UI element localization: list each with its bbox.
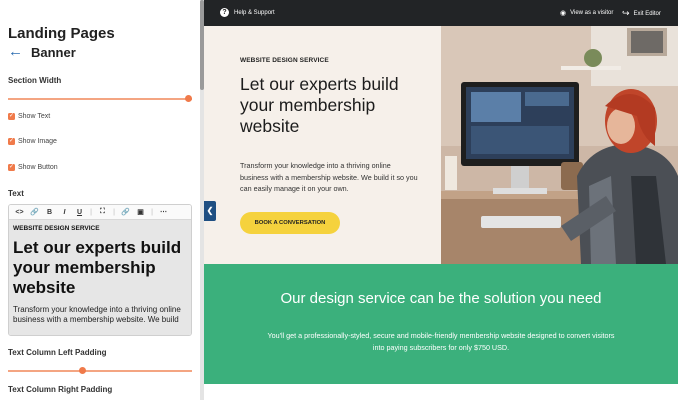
banner-text-column: WEBSITE DESIGN SERVICE Let our experts b…	[204, 26, 441, 264]
editor-content[interactable]: WEBSITE DESIGN SERVICE Let our experts b…	[9, 220, 191, 335]
help-support-link[interactable]: ? Help & Support	[220, 8, 275, 17]
eye-icon[interactable]: ◉	[560, 9, 566, 17]
image-icon[interactable]: ▣	[133, 208, 148, 216]
show-text-checkbox[interactable]: ✓ Show Text	[8, 113, 50, 120]
banner-body-text: Transform your knowledge into a thriving…	[240, 161, 418, 193]
right-padding-label: Text Column Right Padding	[8, 385, 113, 394]
panel-title: Landing Pages	[8, 25, 115, 42]
text-field-label: Text	[8, 189, 24, 198]
editor-topbar: ? Help & Support ◉ View as a visitor ↪ E…	[204, 0, 678, 26]
section-name: Banner	[31, 44, 76, 60]
more-icon[interactable]: ⋯	[156, 208, 171, 216]
slider-handle[interactable]	[78, 367, 86, 374]
editor-panel: Landing Pages ← Banner Section Width ✓ S…	[0, 0, 200, 400]
toolbar-divider: |	[113, 208, 115, 216]
help-icon[interactable]: ?	[220, 8, 229, 17]
solution-text: You'll get a professionally-styled, secu…	[267, 331, 615, 352]
woman-at-computer-photo	[441, 26, 678, 264]
left-padding-label: Text Column Left Padding	[8, 348, 107, 357]
code-icon[interactable]: <>	[12, 209, 27, 216]
exit-icon[interactable]: ↪	[622, 8, 630, 19]
toolbar-divider: |	[151, 208, 153, 216]
banner-section: WEBSITE DESIGN SERVICE Let our experts b…	[204, 26, 678, 264]
slider-track[interactable]	[8, 370, 192, 372]
link-icon[interactable]: 🔗	[118, 208, 133, 216]
fullscreen-icon[interactable]: ⛶	[95, 208, 110, 216]
slider-handle[interactable]	[185, 95, 192, 102]
show-image-checkbox[interactable]: ✓ Show Image	[8, 138, 57, 145]
checkbox-label: Show Button	[18, 164, 58, 171]
editor-eyebrow: WEBSITE DESIGN SERVICE	[13, 225, 100, 232]
solution-title: Our design service can be the solution y…	[280, 290, 602, 307]
checkbox-label: Show Text	[18, 113, 51, 120]
book-conversation-button[interactable]: BOOK A CONVERSATION	[240, 212, 340, 234]
exit-label: Exit Editor	[633, 10, 661, 17]
rich-text-editor[interactable]: <> 🔗 B I U | ⛶ | 🔗 ▣ | ⋯ WEBSITE DESIGN …	[8, 204, 192, 336]
editor-body-text: Transform your knowledge into a thriving…	[13, 305, 181, 324]
banner-eyebrow: WEBSITE DESIGN SERVICE	[240, 57, 329, 64]
slider-track[interactable]	[8, 98, 192, 100]
underline-icon[interactable]: U	[72, 209, 87, 216]
section-width-label: Section Width	[8, 76, 62, 85]
banner-headline: Let our experts build your membership we…	[240, 74, 399, 136]
italic-icon[interactable]: I	[57, 209, 72, 216]
collapse-panel-button[interactable]: ❮	[204, 201, 216, 221]
view-visitor-label: View as a visitor	[570, 10, 614, 16]
checkmark-icon[interactable]: ✓	[8, 164, 15, 171]
left-padding-slider[interactable]	[8, 366, 192, 376]
help-label: Help & Support	[234, 9, 275, 16]
checkbox-label: Show Image	[18, 138, 57, 145]
section-width-slider[interactable]	[8, 94, 192, 104]
checkmark-icon[interactable]: ✓	[8, 138, 15, 145]
toolbar-divider: |	[90, 208, 92, 216]
bold-icon[interactable]: B	[42, 209, 57, 216]
editor-headline: Let our experts build your membership we…	[13, 238, 182, 297]
checkmark-icon[interactable]: ✓	[8, 113, 15, 120]
view-as-visitor-link[interactable]: ◉ View as a visitor	[560, 9, 613, 17]
banner-image	[441, 26, 678, 264]
solution-section: Our design service can be the solution y…	[204, 264, 678, 384]
back-to-banner-link[interactable]: ← Banner	[8, 44, 76, 60]
back-arrow-icon[interactable]: ←	[8, 44, 23, 60]
exit-editor-link[interactable]: ↪ Exit Editor	[622, 8, 661, 19]
link-icon[interactable]: 🔗	[27, 208, 42, 216]
show-button-checkbox[interactable]: ✓ Show Button	[8, 164, 58, 171]
page-preview: ? Help & Support ◉ View as a visitor ↪ E…	[204, 0, 678, 400]
editor-toolbar: <> 🔗 B I U | ⛶ | 🔗 ▣ | ⋯	[9, 205, 191, 220]
